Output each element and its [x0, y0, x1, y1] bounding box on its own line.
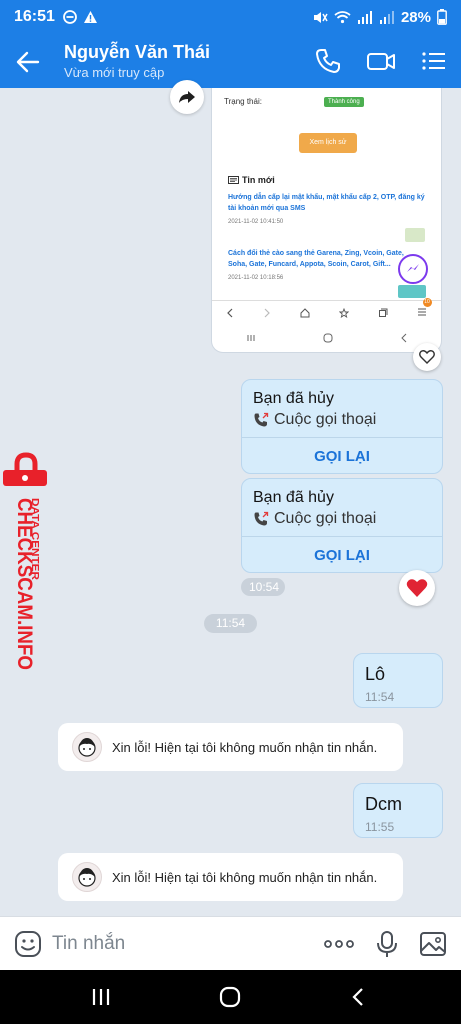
- news-item-date: 2021-11-02 10:18:56: [228, 275, 284, 281]
- auto-reply-text: Xin lỗi! Hiện tại tôi không muốn nhận ti…: [112, 739, 378, 755]
- battery-icon: [437, 9, 447, 25]
- call-title: Bạn đã hủy: [253, 489, 334, 506]
- status-label: Trạng thái:: [224, 97, 262, 106]
- auto-reply-text: Xin lỗi! Hiện tại tôi không muốn nhận ti…: [112, 869, 378, 885]
- call-back-button[interactable]: GỌI LẠI: [242, 438, 442, 474]
- home-icon[interactable]: [218, 986, 242, 1008]
- heart-outline-icon: [419, 350, 435, 364]
- call-subtitle: Cuộc gọi thoại: [274, 411, 377, 428]
- recents-icon: [247, 335, 254, 341]
- emoji-icon[interactable]: [14, 930, 42, 958]
- call-subtitle: Cuộc gọi thoại: [274, 510, 377, 527]
- back-icon: [400, 333, 406, 343]
- system-nav-bar: [0, 970, 461, 1024]
- recent-apps-icon[interactable]: [89, 986, 113, 1008]
- message-input[interactable]: Tin nhắn: [52, 933, 125, 955]
- mute-icon: [313, 11, 328, 23]
- phone-icon[interactable]: [314, 47, 342, 75]
- message-timestamp: 10:54: [241, 578, 285, 596]
- phone-nav-bar: [212, 325, 441, 351]
- watermark: CHECKSCAM.INFO DATA CENTER: [3, 452, 47, 670]
- avatar: [72, 732, 102, 762]
- status-bar: 16:51 28%: [0, 0, 461, 34]
- watermark-line1: DATA CENTER: [29, 498, 40, 581]
- browser-bookmark-icon: [338, 307, 349, 318]
- browser-back-icon: [227, 308, 233, 317]
- auto-reply-message[interactable]: Xin lỗi! Hiện tại tôi không muốn nhận ti…: [58, 723, 403, 771]
- back-arrow-icon[interactable]: [14, 48, 42, 76]
- auto-reply-message[interactable]: Xin lỗi! Hiện tại tôi không muốn nhận ti…: [58, 853, 403, 901]
- sent-message[interactable]: Lô 11:54: [353, 653, 443, 708]
- time-divider: 11:54: [204, 614, 257, 633]
- status-success-badge: Thành công: [324, 97, 364, 107]
- news-heading: Tin mới: [242, 175, 275, 185]
- history-button: Xem lịch sử: [299, 133, 357, 153]
- message-text: Dcm: [365, 794, 402, 814]
- shared-screenshot[interactable]: Trạng thái: Thành công Xem lịch sử Tin m…: [211, 88, 442, 353]
- share-forward-button[interactable]: [170, 80, 204, 114]
- avatar: [72, 862, 102, 892]
- share-arrow-icon: [179, 91, 195, 103]
- avatar-face-icon: [78, 738, 96, 757]
- contact-name[interactable]: Nguyễn Văn Thái: [64, 42, 210, 63]
- missed-call-card: Bạn đã hủy Cuộc gọi thoại GỌI LẠI: [241, 379, 443, 474]
- warning-icon: [83, 11, 97, 23]
- more-dots-icon[interactable]: [323, 930, 355, 958]
- signal-icon-2: [379, 11, 394, 24]
- call-title: Bạn đã hủy: [253, 390, 334, 407]
- messenger-bubble-icon: [398, 254, 428, 284]
- menu-badge: 10: [422, 297, 432, 307]
- browser-toolbar: 10: [212, 297, 441, 324]
- news-item-title: Hướng dẫn cấp lại mật khẩu, mật khẩu cấp…: [228, 194, 425, 212]
- news-item-title: Cách đổi thẻ cào sang thẻ Garena, Zing, …: [228, 250, 404, 268]
- news-thumbnail-2: [398, 285, 426, 298]
- do-not-disturb-icon: [63, 10, 77, 24]
- sent-message[interactable]: Dcm 11:55: [353, 783, 443, 838]
- newspaper-icon: [228, 176, 239, 184]
- status-time: 16:51: [14, 8, 55, 25]
- chat-header: Nguyễn Văn Thái Vừa mới truy cập: [0, 34, 461, 88]
- browser-home-icon: [300, 307, 310, 317]
- home-icon: [323, 333, 332, 343]
- browser-menu-icon: [417, 308, 426, 315]
- browser-tabs-icon: [378, 308, 388, 317]
- news-thumbnail: [405, 228, 425, 242]
- back-icon[interactable]: [347, 986, 371, 1008]
- call-back-button[interactable]: GỌI LẠI: [242, 537, 442, 573]
- wifi-icon: [334, 11, 351, 24]
- heart-reaction[interactable]: [399, 570, 435, 606]
- microphone-icon[interactable]: [373, 930, 401, 958]
- outgoing-call-icon: [254, 412, 269, 427]
- signal-icon: [357, 11, 372, 24]
- message-composer: Tin nhắn: [0, 916, 461, 970]
- news-item-date: 2021-11-02 10:41:50: [228, 219, 284, 225]
- presence-status: Vừa mới truy cập: [64, 65, 165, 80]
- image-icon[interactable]: [419, 930, 447, 958]
- message-time: 11:54: [365, 690, 395, 704]
- battery-percent: 28%: [400, 8, 431, 26]
- outgoing-call-icon: [254, 511, 269, 526]
- message-text: Lô: [365, 664, 386, 684]
- padlock-icon: [3, 452, 47, 486]
- like-reaction-button[interactable]: [413, 343, 441, 371]
- list-menu-icon[interactable]: [420, 47, 448, 75]
- video-camera-icon[interactable]: [366, 47, 396, 75]
- message-time: 11:55: [365, 820, 395, 834]
- browser-forward-icon: [264, 308, 271, 317]
- heart-icon: [406, 579, 428, 597]
- missed-call-card: Bạn đã hủy Cuộc gọi thoại GỌI LẠI: [241, 478, 443, 573]
- avatar-face-icon: [78, 868, 96, 887]
